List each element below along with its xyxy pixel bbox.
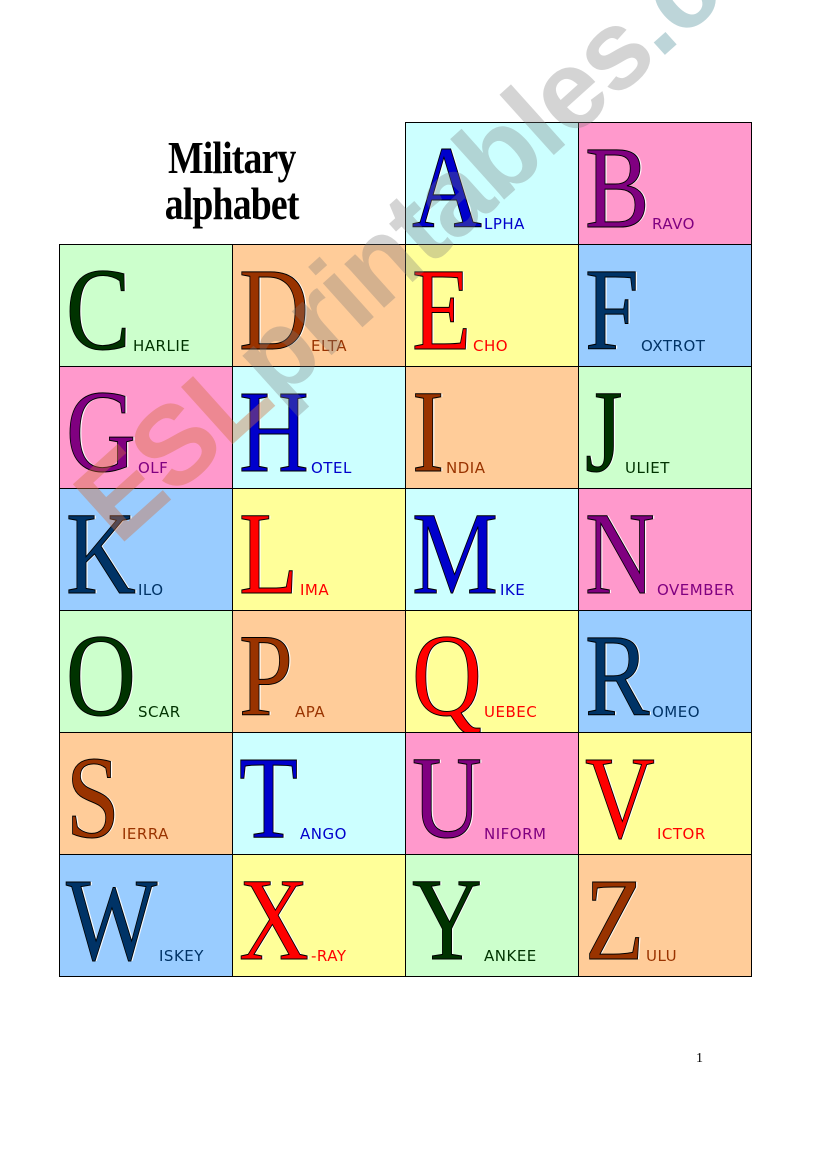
letter-cell-x: X -RAY bbox=[232, 854, 406, 977]
big-letter: P bbox=[239, 610, 294, 733]
big-letter: K bbox=[66, 488, 137, 611]
big-letter: D bbox=[239, 244, 310, 367]
big-letter: L bbox=[239, 488, 299, 611]
word-remainder: OXTROT bbox=[641, 337, 706, 355]
word-remainder: SCAR bbox=[138, 703, 181, 721]
big-letter: I bbox=[412, 366, 445, 489]
letter-cell-i: I NDIA bbox=[405, 366, 579, 489]
letter-cell-t: T ANGO bbox=[232, 732, 406, 855]
big-letter: V bbox=[585, 732, 656, 855]
word-remainder: OMEO bbox=[652, 703, 701, 721]
letter-cell-a: A LPHA bbox=[405, 122, 579, 245]
big-letter: S bbox=[66, 732, 121, 855]
letter-cell-f: F OXTROT bbox=[578, 244, 752, 367]
letter-cell-m: M IKE bbox=[405, 488, 579, 611]
word-remainder: ISKEY bbox=[159, 947, 204, 965]
title-line-2: alphabet bbox=[165, 178, 300, 229]
letter-cell-w: W ISKEY bbox=[59, 854, 233, 977]
letter-cell-s: S IERRA bbox=[59, 732, 233, 855]
letter-cell-c: C HARLIE bbox=[59, 244, 233, 367]
letter-cell-b: B RAVO bbox=[578, 122, 752, 245]
word-remainder: ANKEE bbox=[484, 947, 537, 965]
big-letter: G bbox=[66, 366, 137, 489]
word-remainder: ULIET bbox=[625, 459, 670, 477]
big-letter: Z bbox=[585, 854, 645, 977]
word-remainder: LPHA bbox=[484, 215, 525, 233]
letter-cell-r: R OMEO bbox=[578, 610, 752, 733]
letter-cell-g: G OLF bbox=[59, 366, 233, 489]
word-remainder: NIFORM bbox=[484, 825, 547, 843]
big-letter: J bbox=[585, 366, 623, 489]
word-remainder: OTEL bbox=[311, 459, 352, 477]
title-line-1: Military bbox=[168, 132, 296, 183]
word-remainder: -RAY bbox=[311, 947, 347, 965]
word-remainder: IERRA bbox=[122, 825, 169, 843]
letter-cell-q: Q UEBEC bbox=[405, 610, 579, 733]
word-remainder: ICTOR bbox=[657, 825, 706, 843]
letter-cell-y: Y ANKEE bbox=[405, 854, 579, 977]
big-letter: T bbox=[239, 732, 299, 855]
letter-cell-l: L IMA bbox=[232, 488, 406, 611]
word-remainder: IMA bbox=[300, 581, 330, 599]
big-letter: H bbox=[239, 366, 310, 489]
word-remainder: ANGO bbox=[300, 825, 347, 843]
word-remainder: ILO bbox=[138, 581, 164, 599]
big-letter: N bbox=[585, 488, 656, 611]
word-remainder: IKE bbox=[500, 581, 526, 599]
big-letter: B bbox=[585, 122, 650, 245]
letter-cell-v: V ICTOR bbox=[578, 732, 752, 855]
word-remainder: RAVO bbox=[652, 215, 695, 233]
word-remainder: NDIA bbox=[446, 459, 486, 477]
big-letter: F bbox=[585, 244, 640, 367]
alphabet-grid: Military alphabet A LPHA B RAVO C HARLIE D ELTA… bbox=[59, 122, 752, 977]
big-letter: Q bbox=[412, 610, 483, 733]
word-remainder: OLF bbox=[138, 459, 169, 477]
word-remainder: UEBEC bbox=[484, 703, 538, 721]
letter-cell-k: K ILO bbox=[59, 488, 233, 611]
big-letter: O bbox=[66, 610, 137, 733]
big-letter: R bbox=[585, 610, 650, 733]
big-letter: M bbox=[412, 488, 499, 611]
big-letter: W bbox=[66, 854, 158, 977]
letter-cell-o: O SCAR bbox=[59, 610, 233, 733]
letter-cell-n: N OVEMBER bbox=[578, 488, 752, 611]
word-remainder: OVEMBER bbox=[657, 581, 735, 599]
letter-cell-z: Z ULU bbox=[578, 854, 752, 977]
word-remainder: APA bbox=[295, 703, 326, 721]
letter-cell-u: U NIFORM bbox=[405, 732, 579, 855]
letter-cell-e: E CHO bbox=[405, 244, 579, 367]
big-letter: E bbox=[412, 244, 472, 367]
word-remainder: ULU bbox=[646, 947, 678, 965]
letter-cell-d: D ELTA bbox=[232, 244, 406, 367]
word-remainder: HARLIE bbox=[133, 337, 191, 355]
big-letter: Y bbox=[412, 854, 483, 977]
letter-cell-p: P APA bbox=[232, 610, 406, 733]
big-letter: C bbox=[66, 244, 131, 367]
word-remainder: CHO bbox=[473, 337, 509, 355]
big-letter: A bbox=[412, 122, 483, 245]
big-letter: X bbox=[239, 854, 310, 977]
big-letter: U bbox=[412, 732, 483, 855]
letter-cell-j: J ULIET bbox=[578, 366, 752, 489]
page-number: 1 bbox=[696, 1051, 703, 1066]
title-block: Military alphabet bbox=[59, 122, 405, 244]
letter-cell-h: H OTEL bbox=[232, 366, 406, 489]
word-remainder: ELTA bbox=[311, 337, 348, 355]
